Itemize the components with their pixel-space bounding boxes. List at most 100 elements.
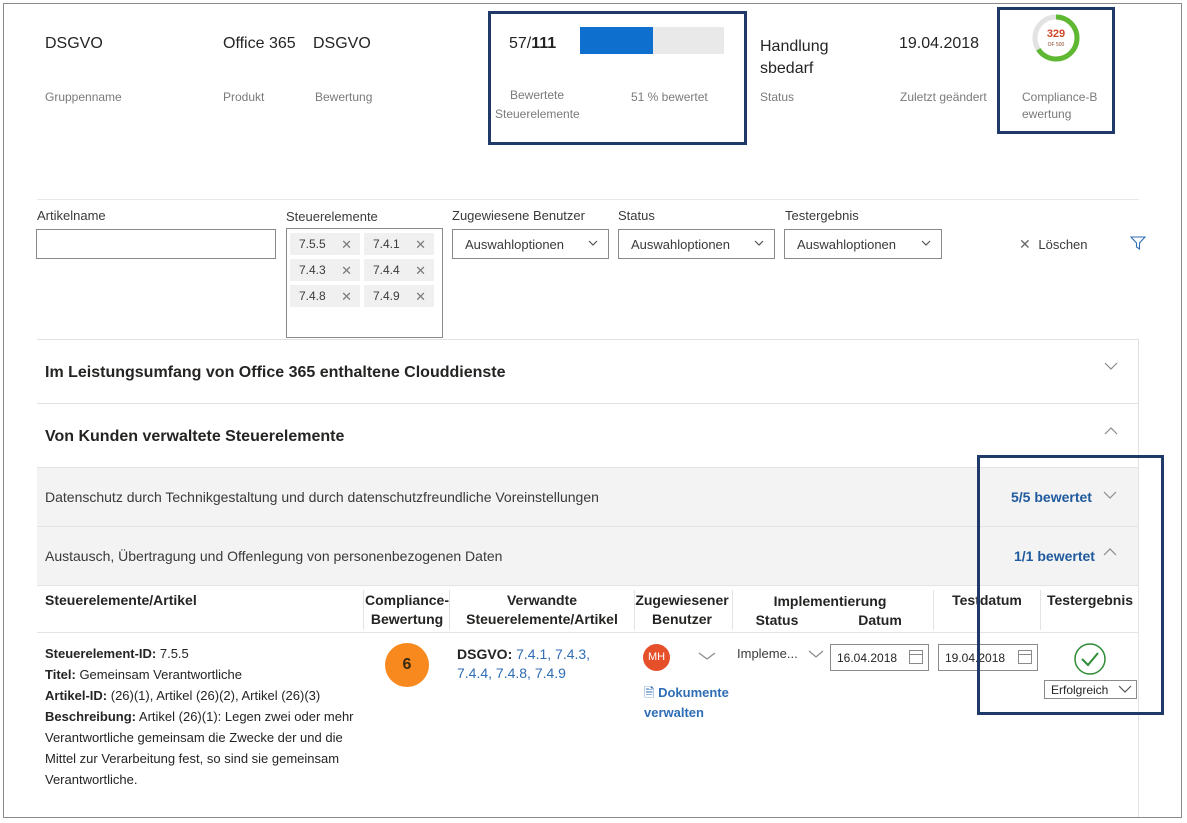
remove-tag-icon[interactable]: ✕	[341, 289, 352, 305]
column-separator	[732, 590, 733, 630]
calendar-icon[interactable]	[909, 650, 923, 664]
manage-documents-line1: Dokumente	[658, 685, 729, 700]
document-icon: 🗎	[644, 685, 655, 700]
status-filter-dropdown[interactable]: Auswahloptionen	[618, 229, 775, 259]
chevron-down-icon[interactable]	[698, 651, 716, 661]
tag-label: 7.4.1	[373, 237, 400, 251]
article-id-value: (26)(1), Artikel (26)(2), Artikel (26)(3…	[107, 688, 321, 703]
last-changed-value: 19.04.2018	[899, 35, 980, 52]
controls-tag-box[interactable]: 7.5.5 ✕ 7.4.1 ✕ 7.4.3 ✕ 7.4.4 ✕ 7.4.8 ✕ 7.4.9…	[286, 228, 443, 338]
implementation-status-value: Impleme...	[737, 646, 798, 661]
status-filter-value: Auswahloptionen	[631, 237, 731, 252]
table-header-top-border	[37, 585, 1139, 586]
assigned-users-label: Zugewiesene Benutzer	[452, 208, 585, 223]
remove-tag-icon[interactable]: ✕	[341, 263, 352, 279]
chevron-up-icon[interactable]	[1104, 426, 1118, 436]
th-user-line2: Benutzer	[652, 611, 712, 627]
manage-documents-link[interactable]: 🗎 Dokumente verwalten	[644, 683, 729, 723]
tag-label: 7.5.5	[299, 237, 326, 251]
status-filter-label: Status	[618, 208, 655, 223]
status-label: Status	[760, 90, 795, 104]
avatar: MH	[643, 644, 670, 671]
th-score-line2: Bewertung	[370, 611, 444, 627]
description-line: Artikel (26)(1): Legen zwei oder mehr	[136, 709, 354, 724]
control-id-value: 7.5.5	[156, 646, 189, 661]
section-customer-controls[interactable]: Von Kunden verwaltete Steuerelemente	[37, 403, 1139, 467]
test-result-filter-value: Auswahloptionen	[797, 237, 897, 252]
status-line2: sbedarf	[760, 60, 814, 77]
description-label: Beschreibung:	[45, 709, 137, 724]
implementation-date-value: 16.04.2018	[837, 651, 898, 665]
subsection-title: Datenschutz durch Technikgestaltung und …	[45, 489, 599, 505]
filter-icon[interactable]	[1130, 236, 1146, 250]
tag-7-5-5: 7.5.5 ✕	[290, 233, 360, 255]
th-assigned-user: Zugewiesener Benutzer	[632, 591, 732, 629]
status-value: Handlung sbedarf	[760, 36, 829, 80]
description: Beschreibung: Artikel (26)(1): Legen zwe…	[45, 706, 354, 727]
last-changed-label: Zuletzt geändert	[900, 90, 987, 104]
related-prefix: DSGVO:	[457, 646, 513, 662]
control-details: Steuerelement-ID: 7.5.5 Titel: Gemeinsam…	[45, 643, 354, 790]
remove-tag-icon[interactable]: ✕	[415, 237, 426, 253]
assigned-users-dropdown[interactable]: Auswahloptionen	[452, 229, 609, 259]
related-link[interactable]: 7.4.4, 7.4.8, 7.4.9	[457, 664, 590, 683]
implementation-date-picker[interactable]: 16.04.2018	[830, 644, 929, 671]
th-compliance-score: Compliance- Bewertung	[360, 591, 454, 629]
article-name-input[interactable]	[36, 229, 276, 259]
description-line: Mittel zur Verarbeitung fest, so sind si…	[45, 751, 340, 766]
section-cloud-services[interactable]: Im Leistungsumfang von Office 365 enthal…	[37, 339, 1139, 403]
subsection-data-exchange[interactable]: Austausch, Übertragung und Offenlegung v…	[37, 526, 1139, 585]
clear-filters-label: Löschen	[1038, 237, 1088, 252]
article-id-label: Artikel-ID:	[45, 688, 108, 703]
compliance-score-badge: 6	[385, 643, 429, 687]
assessment-value: DSGVO	[313, 35, 371, 52]
remove-tag-icon[interactable]: ✕	[415, 289, 426, 305]
clear-filters-button[interactable]: ✕ Löschen	[1019, 236, 1088, 253]
highlight-score-box	[997, 7, 1115, 134]
implementation-status-dropdown[interactable]: Impleme...	[737, 646, 798, 661]
control-title: Titel: Gemeinsam Verantwortliche	[45, 664, 354, 685]
tag-7-4-4: 7.4.4 ✕	[364, 259, 434, 281]
th-related: Verwandte Steuerelemente/Artikel	[452, 591, 632, 629]
subsection-privacy-by-design[interactable]: Datenschutz durch Technikgestaltung und …	[37, 467, 1139, 526]
tag-label: 7.4.9	[373, 289, 400, 303]
column-separator	[363, 590, 364, 630]
th-impl-date: Datum	[858, 612, 902, 628]
chevron-down-icon[interactable]	[1104, 361, 1118, 371]
chevron-down-icon	[754, 240, 764, 246]
tag-7-4-1: 7.4.1 ✕	[364, 233, 434, 255]
subsection-title: Austausch, Übertragung und Offenlegung v…	[45, 548, 503, 564]
column-separator	[634, 590, 635, 630]
related-link[interactable]: 7.4.1, 7.4.3,	[512, 646, 590, 662]
related-controls: DSGVO: 7.4.1, 7.4.3, 7.4.4, 7.4.8, 7.4.9	[457, 645, 590, 683]
chevron-down-icon[interactable]	[808, 649, 824, 659]
section-title: Von Kunden verwaltete Steuerelemente	[45, 428, 345, 445]
article-name-label: Artikelname	[37, 208, 106, 223]
th-control: Steuerelemente/Artikel	[45, 592, 197, 608]
control-id: Steuerelement-ID: 7.5.5	[45, 643, 354, 664]
th-related-line1: Verwandte	[506, 592, 578, 608]
test-result-filter-dropdown[interactable]: Auswahloptionen	[784, 229, 942, 259]
remove-tag-icon[interactable]: ✕	[341, 237, 352, 253]
table-header-bottom-border	[37, 632, 1139, 633]
tag-label: 7.4.4	[373, 263, 400, 277]
group-name-label: Gruppenname	[45, 90, 122, 104]
assigned-users-value: Auswahloptionen	[465, 237, 565, 252]
column-separator	[449, 590, 450, 630]
assessment-label: Bewertung	[315, 90, 373, 104]
tag-label: 7.4.3	[299, 263, 326, 277]
th-impl-status: Status	[755, 612, 799, 628]
control-title-value: Gemeinsam Verantwortliche	[75, 667, 243, 682]
manage-documents-line2: verwalten	[644, 705, 704, 720]
column-separator	[933, 590, 934, 630]
tag-7-4-9: 7.4.9 ✕	[364, 285, 434, 307]
description-line: Verantwortliche.	[45, 772, 138, 787]
remove-tag-icon[interactable]: ✕	[415, 263, 426, 279]
chevron-down-icon	[921, 240, 931, 246]
controls-label: Steuerelemente	[286, 209, 378, 224]
product-label: Produkt	[223, 90, 265, 104]
th-score-line1: Compliance-	[364, 592, 449, 608]
control-id-label: Steuerelement-ID:	[45, 646, 157, 661]
tag-7-4-3: 7.4.3 ✕	[290, 259, 360, 281]
tag-7-4-8: 7.4.8 ✕	[290, 285, 360, 307]
